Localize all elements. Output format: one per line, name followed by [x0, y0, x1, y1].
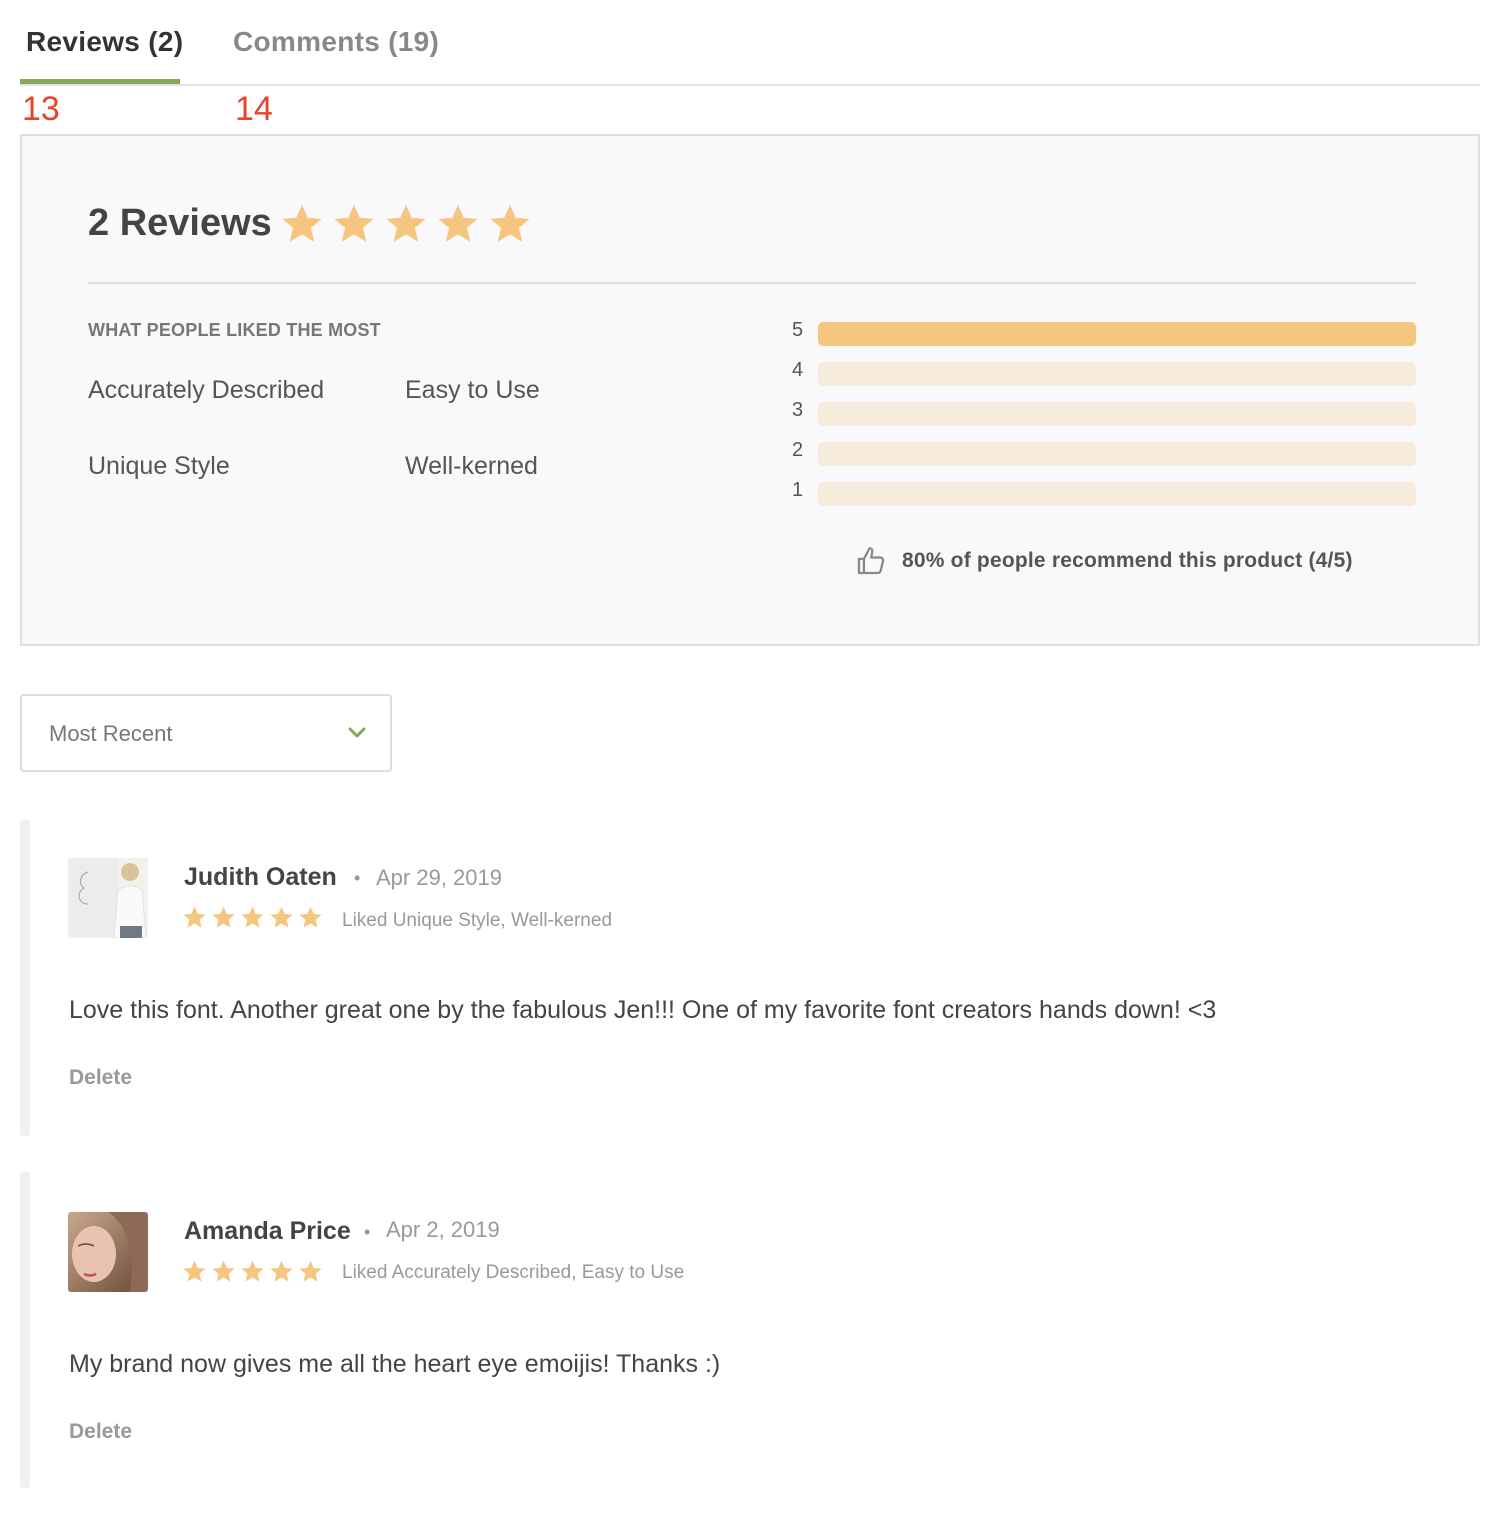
rating-bar-track [818, 442, 1416, 466]
review-summary-panel: 2 Reviews WHAT PEOPLE LIKED THE MOST Acc… [20, 134, 1480, 646]
review-rating-stars [182, 1259, 323, 1284]
star-icon [334, 204, 374, 242]
reviewer-name[interactable]: Amanda Price [184, 1217, 351, 1246]
rating-bar-3: 3 [792, 399, 1416, 426]
star-icon [386, 204, 426, 242]
review-accent-bar [20, 820, 30, 1136]
review-liked-tags: Liked Accurately Described, Easy to Use [342, 1262, 685, 1283]
rating-bar-label: 3 [792, 399, 804, 421]
rating-bar-track [818, 482, 1416, 506]
review-rating-stars [182, 905, 323, 930]
sort-selected-value: Most Recent [49, 721, 173, 746]
separator-dot: • [354, 868, 361, 888]
rating-bar-label: 2 [792, 439, 804, 461]
star-icon [241, 1260, 264, 1282]
recommend-summary: 80% of people recommend this product (4/… [854, 544, 1353, 578]
review-body: Love this font. Another great one by the… [69, 996, 1217, 1024]
avatar[interactable] [68, 1212, 148, 1292]
rating-bar-fill [818, 322, 1416, 346]
review-liked-tags: Liked Unique Style, Well-kerned [342, 910, 613, 931]
rating-bar-1: 1 [792, 479, 1416, 506]
review-accent-bar [20, 1172, 30, 1488]
summary-title: 2 Reviews [88, 202, 272, 244]
thumbs-up-icon [857, 547, 885, 575]
rating-bar-4: 4 [792, 359, 1416, 386]
reviewer-photo [68, 1212, 148, 1292]
avatar[interactable] [68, 858, 148, 938]
review-date: Apr 2, 2019 [386, 1217, 500, 1242]
review-body: My brand now gives me all the heart eye … [69, 1350, 721, 1378]
tab-comments[interactable]: Comments (19) [233, 26, 439, 58]
review-item: Amanda Price • Apr 2, 2019 Liked Accurat… [20, 1172, 1480, 1488]
rating-bar-track [818, 322, 1416, 346]
liked-item: Unique Style [88, 452, 230, 480]
separator-dot: • [364, 1222, 371, 1242]
divider [88, 282, 1416, 284]
star-icon [270, 1260, 293, 1282]
recommend-text: 80% of people recommend this product (4/… [902, 549, 1353, 572]
star-icon [212, 906, 235, 928]
rating-bar-5: 5 [792, 319, 1416, 346]
star-icon [212, 1260, 235, 1282]
liked-item: Easy to Use [405, 376, 540, 404]
star-icon [183, 906, 206, 928]
rating-bar-track [818, 402, 1416, 426]
review-date: Apr 29, 2019 [376, 865, 502, 890]
review-tabs: Reviews (2) Comments (19) [20, 0, 1480, 86]
tab-reviews[interactable]: Reviews (2) [26, 26, 183, 58]
star-icon [299, 1260, 322, 1282]
rating-bar-label: 5 [792, 319, 804, 341]
rating-bar-2: 2 [792, 439, 1416, 466]
star-icon [183, 1260, 206, 1282]
tab-comments-index-label: 14 [235, 90, 273, 128]
star-icon [270, 906, 293, 928]
liked-heading: WHAT PEOPLE LIKED THE MOST [88, 320, 381, 340]
sort-dropdown[interactable]: Most Recent [20, 694, 392, 772]
liked-item: Well-kerned [405, 452, 538, 480]
reviewer-name[interactable]: Judith Oaten [184, 863, 337, 892]
liked-item: Accurately Described [88, 376, 325, 404]
rating-bar-label: 4 [792, 359, 804, 381]
chevron-down-icon [348, 727, 366, 738]
star-icon [241, 906, 264, 928]
active-tab-indicator [20, 79, 180, 84]
delete-button[interactable]: Delete [69, 1066, 132, 1090]
star-icon [282, 204, 322, 242]
star-icon [490, 204, 530, 242]
tab-reviews-index-label: 13 [22, 90, 60, 128]
rating-bar-track [818, 362, 1416, 386]
reviewer-photo [68, 858, 148, 938]
review-item: Judith Oaten • Apr 29, 2019 Liked Unique… [20, 820, 1480, 1136]
delete-button[interactable]: Delete [69, 1420, 132, 1444]
star-icon [299, 906, 322, 928]
average-rating-stars [280, 202, 532, 246]
star-icon [438, 204, 478, 242]
rating-bar-label: 1 [792, 479, 804, 501]
